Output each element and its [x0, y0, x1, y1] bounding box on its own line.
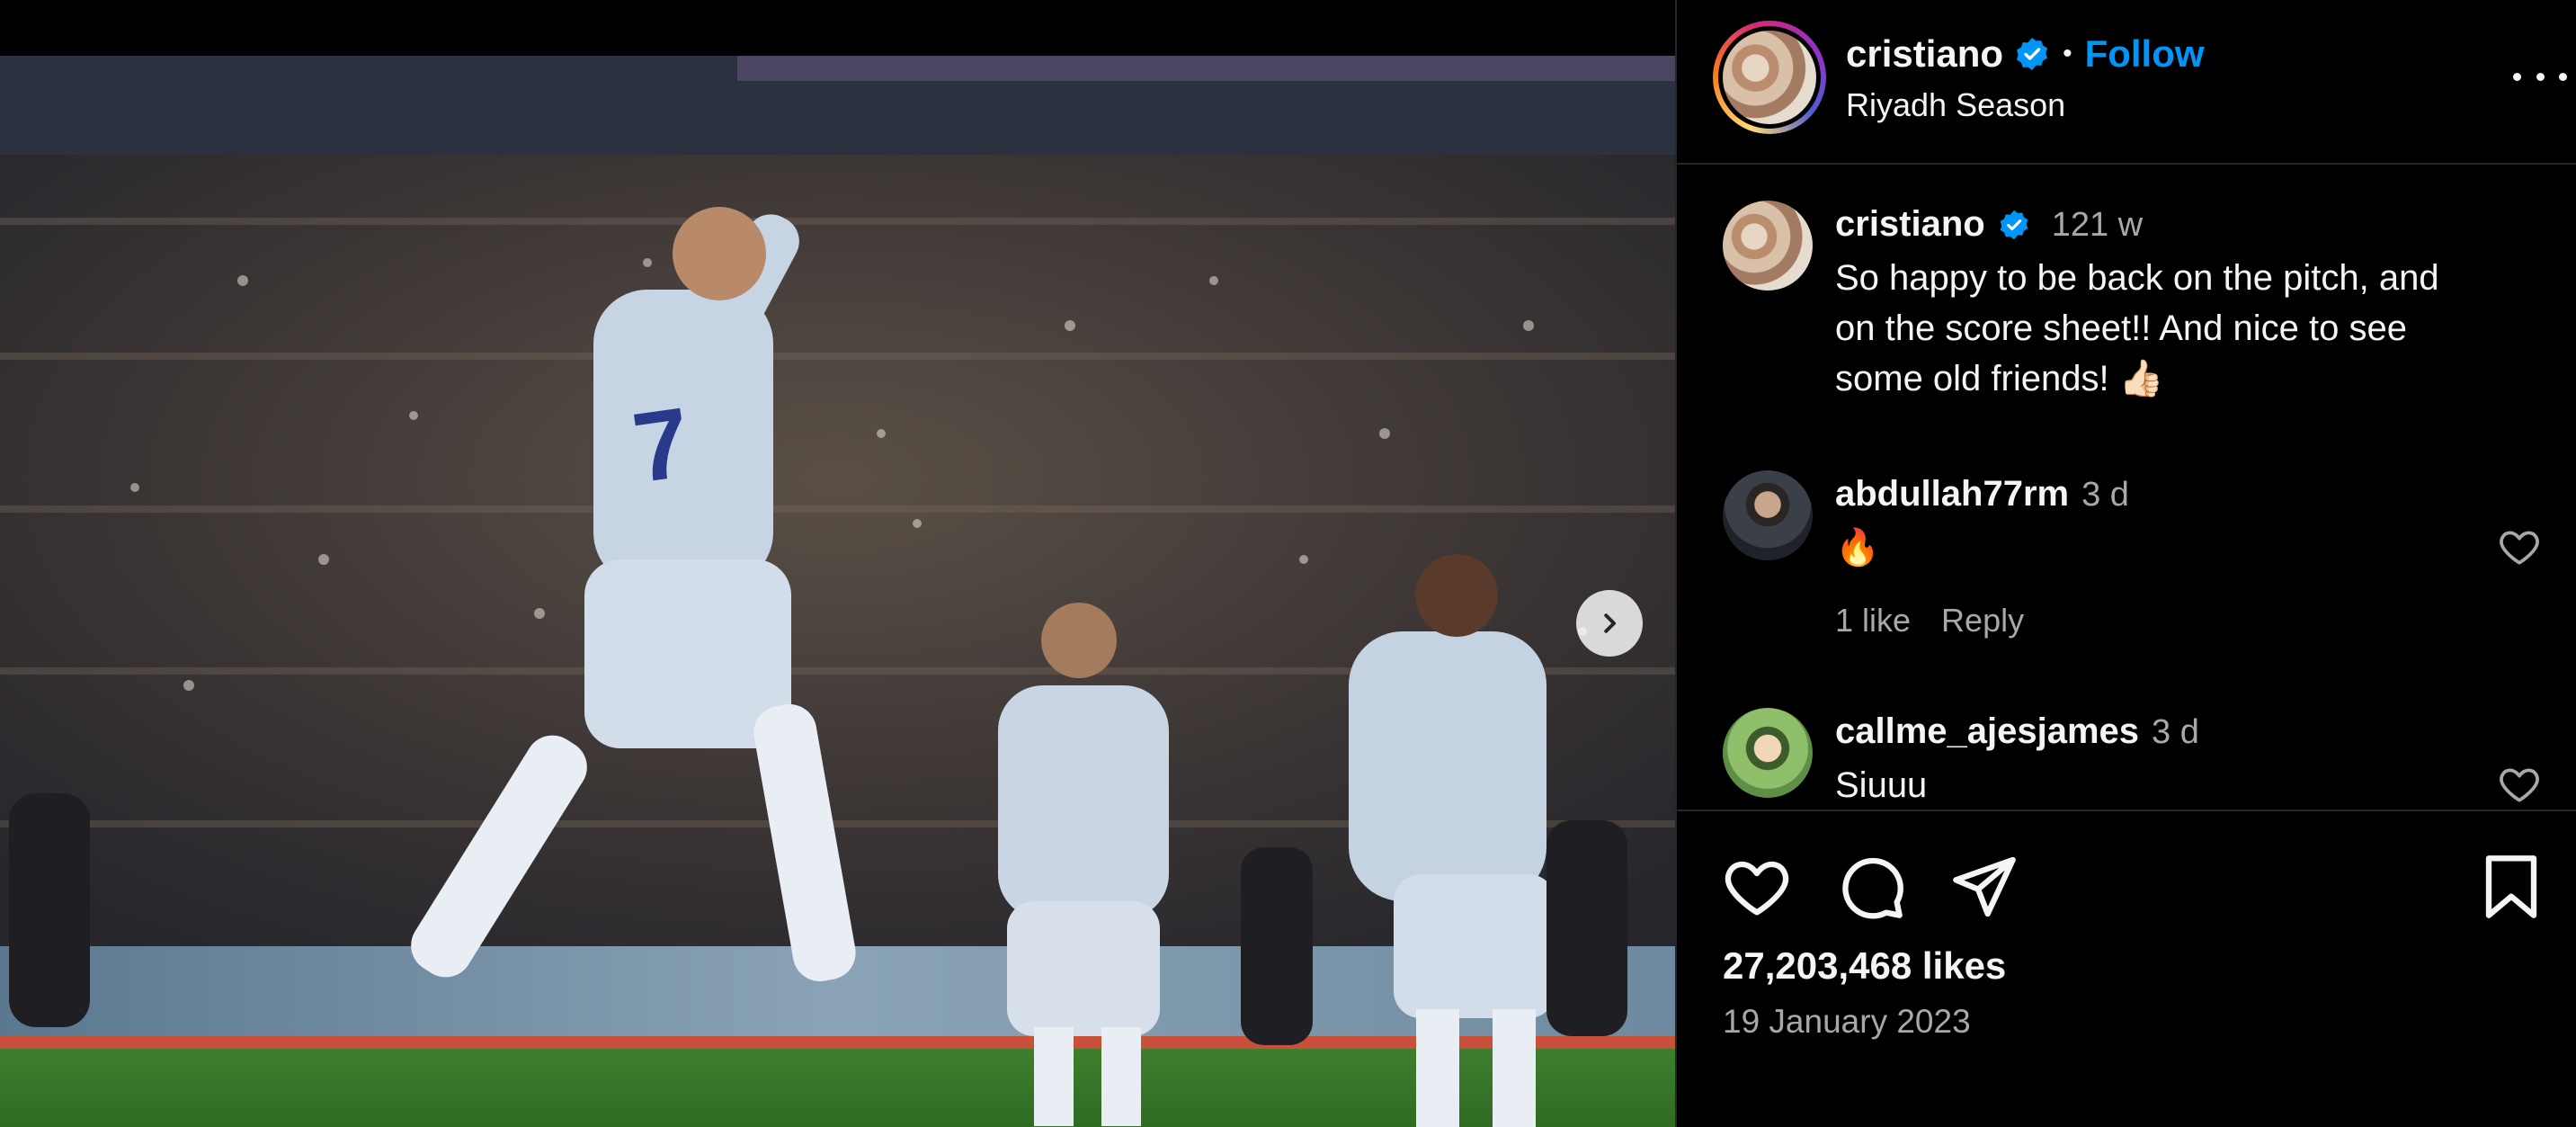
- comment-text: Siuuu: [1835, 765, 1928, 805]
- caption-line: some old friends! 👍🏻: [1835, 359, 2164, 398]
- avatar: [1723, 31, 1816, 124]
- caption-line: So happy to be back on the pitch, and: [1835, 258, 2439, 298]
- bookmark-icon[interactable]: [2475, 851, 2547, 923]
- comment-heart-icon[interactable]: [2497, 762, 2542, 807]
- comments-section[interactable]: cristiano 121 w So happy to be back on t…: [1677, 166, 2576, 811]
- header-name-row: cristiano • Follow: [1846, 32, 2205, 76]
- more-options-button[interactable]: [2513, 63, 2567, 90]
- post-sidebar: cristiano • Follow Riyadh Season cristia…: [1675, 0, 2576, 1127]
- comment-like-count[interactable]: 1 like: [1835, 602, 1911, 640]
- more-horizontal-icon: [2513, 72, 2521, 81]
- comment-avatar[interactable]: [1723, 470, 1813, 560]
- caption-time[interactable]: 121 w: [2052, 206, 2143, 245]
- reply-button[interactable]: Reply: [1941, 602, 2024, 640]
- comment-username[interactable]: abdullah77rm: [1835, 474, 2069, 514]
- caption-avatar[interactable]: [1723, 201, 1813, 291]
- comment-avatar[interactable]: [1723, 708, 1813, 798]
- comment-icon[interactable]: [1835, 851, 1907, 923]
- comment-text: 🔥: [1835, 528, 1880, 568]
- verified-badge-icon: [2017, 38, 2048, 70]
- stadium-photo-illustration: 7: [0, 56, 1675, 1127]
- caption-text: So happy to be back on the pitch, and on…: [1835, 253, 2439, 404]
- comment-meta: 1 like Reply: [1835, 602, 2024, 640]
- heart-icon[interactable]: [1721, 851, 1793, 923]
- comment-heart-icon[interactable]: [2497, 524, 2542, 569]
- post-header: cristiano • Follow Riyadh Season: [1677, 0, 2576, 165]
- chevron-right-icon: [1604, 613, 1616, 633]
- separator-dot: •: [2063, 39, 2072, 68]
- comment-time[interactable]: 3 d: [2081, 476, 2129, 514]
- comment-time[interactable]: 3 d: [2152, 713, 2199, 752]
- caption-header: cristiano 121 w: [1835, 204, 2143, 245]
- next-image-button[interactable]: [1576, 590, 1643, 657]
- follow-button[interactable]: Follow: [2085, 32, 2205, 76]
- caption-username[interactable]: cristiano: [1835, 204, 1985, 245]
- post-photo[interactable]: 7: [0, 56, 1675, 1127]
- verified-badge-icon: [2000, 210, 2028, 239]
- comment-header: callme_ajesjames 3 d: [1835, 711, 2199, 752]
- comment-header: abdullah77rm 3 d: [1835, 474, 2129, 514]
- post-media: 7: [0, 0, 1675, 1127]
- author-username[interactable]: cristiano: [1846, 32, 2003, 76]
- story-ring[interactable]: [1713, 21, 1826, 134]
- comment-username[interactable]: callme_ajesjames: [1835, 711, 2139, 752]
- send-icon[interactable]: [1948, 851, 2020, 923]
- post-date[interactable]: 19 January 2023: [1723, 1003, 1971, 1041]
- likes-count[interactable]: 27,203,468 likes: [1723, 944, 2006, 988]
- post-location[interactable]: Riyadh Season: [1846, 86, 2065, 124]
- caption-line: on the score sheet!! And nice to see: [1835, 309, 2407, 348]
